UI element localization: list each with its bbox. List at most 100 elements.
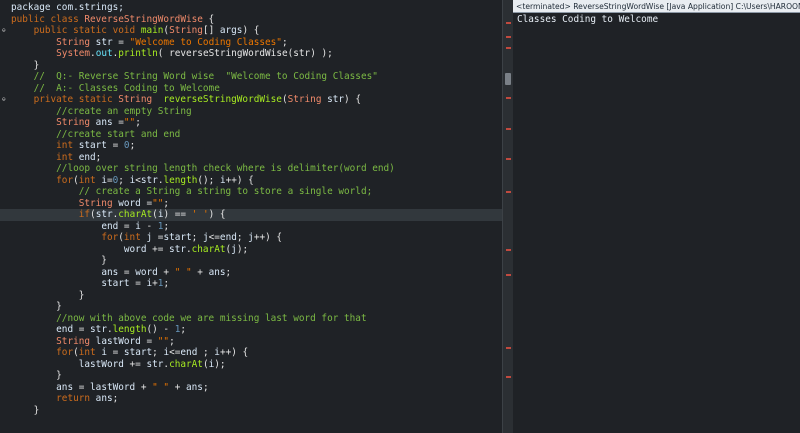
code-line[interactable]: start = i+1; [0, 278, 502, 290]
code-line[interactable]: end = str.length() - 1; [0, 324, 502, 336]
code-token: += [123, 358, 147, 370]
ruler-warning-mark[interactable] [506, 22, 511, 24]
code-line[interactable]: for(int i=0; i<str.length(); i++) { [0, 175, 502, 187]
code-token: ; [281, 36, 288, 48]
code-token: public class [11, 13, 85, 25]
code-token: ; [129, 140, 136, 151]
code-token: ; [202, 381, 209, 393]
fold-toggle-icon[interactable]: ⊖ [2, 28, 6, 34]
ruler-warning-mark[interactable] [506, 274, 511, 276]
code-line[interactable]: // A:- Classes Coding to Welcome [0, 83, 502, 95]
code-line[interactable]: package com.strings; [0, 2, 502, 14]
code-token: end [101, 220, 119, 232]
code-line[interactable]: ans = word + " " + ans; [0, 267, 502, 279]
code-line[interactable]: System.out.println( reverseStringWordWis… [0, 48, 502, 60]
code-line[interactable]: } [0, 60, 502, 72]
code-line[interactable]: } [0, 301, 502, 313]
code-token: reverseStringWordWise [163, 94, 282, 105]
code-line[interactable]: end = i - 1; [0, 221, 502, 233]
code-token: //create start and end [56, 128, 181, 140]
code-line[interactable]: word += str.charAt(j); [0, 244, 502, 256]
code-token: " " [152, 381, 170, 393]
code-line[interactable]: String lastWord = ""; [0, 336, 502, 348]
code-token: ; [197, 347, 215, 358]
code-line[interactable]: int end; [0, 152, 502, 164]
code-line[interactable]: } [0, 255, 502, 267]
code-token: ; [118, 174, 130, 186]
code-token: = [73, 324, 91, 335]
code-line[interactable]: ⊖ public static void main(String[] args)… [0, 25, 502, 37]
code-token: start [101, 278, 130, 289]
console-output[interactable]: Classes Coding to Welcome [517, 14, 658, 26]
scrollbar-thumb[interactable] [505, 73, 511, 85]
code-line[interactable]: ⊖ private static String reverseStringWor… [0, 94, 502, 106]
code-token: "Welcome to Coding Classes" [129, 36, 282, 48]
code-token: + [191, 266, 209, 278]
code-line[interactable]: int start = 0; [0, 140, 502, 152]
code-line[interactable]: for(int j =start; j<=end; j++) { [0, 232, 502, 244]
code-line[interactable]: } [0, 405, 502, 417]
code-token: } [11, 289, 85, 301]
ruler-warning-mark[interactable] [506, 249, 511, 251]
code-token: String [169, 25, 203, 36]
code-token: for [56, 347, 74, 358]
code-token: = [118, 266, 136, 278]
editor-overview-ruler[interactable] [502, 0, 513, 433]
ruler-warning-mark[interactable] [506, 158, 511, 160]
code-token: word [123, 243, 147, 255]
code-line[interactable]: } [0, 290, 502, 302]
code-line[interactable]: // create a String a string to store a s… [0, 186, 502, 198]
code-token: return [56, 393, 96, 404]
code-line[interactable]: //create an empty String [0, 106, 502, 118]
code-token: } [11, 301, 62, 312]
code-line[interactable]: if(str.charAt(i) == ' ') { [0, 209, 502, 221]
fold-toggle-icon[interactable]: ⊖ [2, 97, 6, 103]
code-token: charAt [191, 243, 226, 255]
code-token: out [95, 48, 113, 59]
code-token: end [180, 347, 198, 358]
code-line[interactable]: String str = "Welcome to Coding Classes"… [0, 37, 502, 49]
code-token: end [56, 324, 74, 335]
code-token: start [78, 140, 107, 151]
code-line[interactable]: ans = lastWord + " " + ans; [0, 382, 502, 394]
code-line[interactable]: for(int i = start; i<=end ; i++) { [0, 347, 502, 359]
code-line[interactable]: //loop over string length check where is… [0, 163, 502, 175]
code-token: start [123, 347, 153, 358]
code-line[interactable]: //create start and end [0, 129, 502, 141]
code-line[interactable]: // Q:- Reverse String Word wise "Welcome… [0, 71, 502, 83]
ruler-warning-mark[interactable] [506, 128, 511, 130]
code-token: charAt [118, 209, 153, 220]
ruler-warning-mark[interactable] [506, 47, 511, 49]
code-token: ; [163, 278, 170, 289]
ruler-warning-mark[interactable] [506, 376, 511, 378]
code-token: ; [112, 393, 119, 404]
code-line[interactable]: } [0, 370, 502, 382]
code-token: += [146, 243, 170, 255]
ruler-warning-mark[interactable] [506, 191, 511, 193]
ruler-warning-mark[interactable] [506, 347, 511, 349]
code-token: main [140, 25, 164, 36]
ruler-warning-mark[interactable] [506, 97, 511, 99]
code-editor[interactable]: package com.strings; public class Reverse… [0, 0, 502, 433]
code-line[interactable]: lastWord += str.charAt(i); [0, 359, 502, 371]
code-line[interactable]: String word =""; [0, 198, 502, 210]
code-line[interactable]: //now with above code we are missing las… [0, 313, 502, 325]
code-line[interactable]: String ans =""; [0, 117, 502, 129]
code-line[interactable]: return ans; [0, 393, 502, 405]
code-token: ans [95, 393, 113, 404]
code-token: = [106, 347, 124, 358]
code-token: } [11, 404, 40, 416]
code-token: = [106, 140, 124, 151]
ruler-warning-mark[interactable] [506, 36, 511, 38]
code-line[interactable]: public class ReverseStringWordWise { [0, 14, 502, 26]
code-token: println [118, 48, 158, 59]
